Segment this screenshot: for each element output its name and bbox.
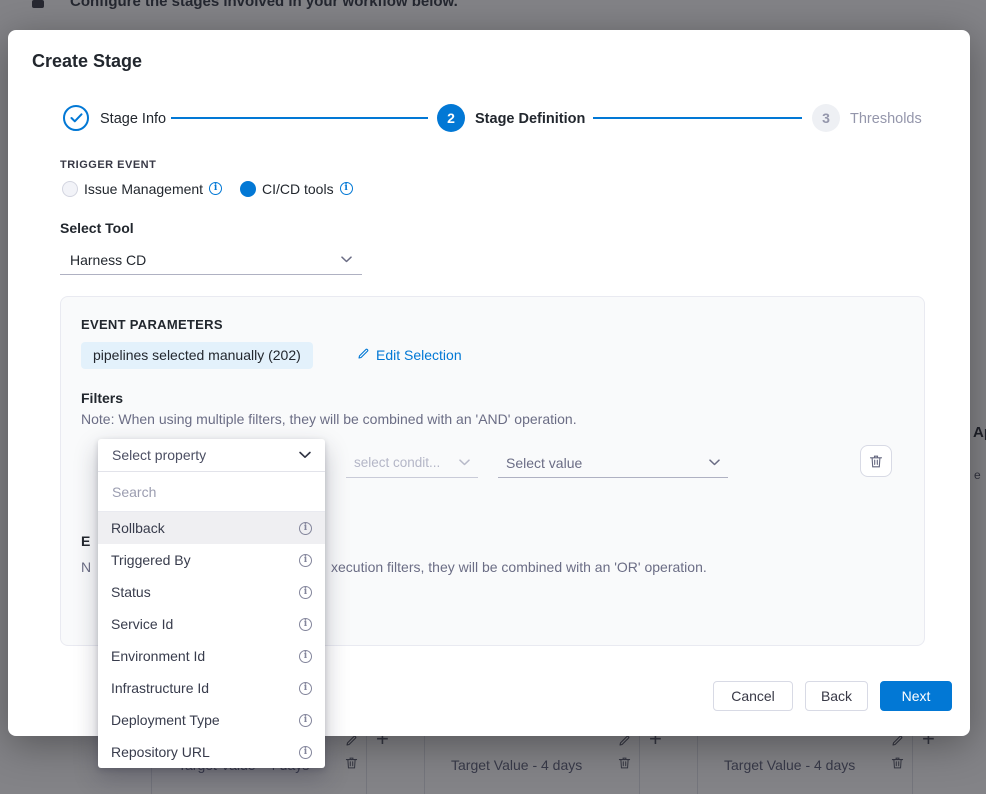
chevron-down-icon <box>299 451 311 459</box>
step-3-indicator[interactable]: 3 <box>812 104 840 132</box>
delete-filter-button[interactable] <box>860 445 892 477</box>
dropdown-option-deployment-type[interactable]: Deployment Type <box>98 704 325 736</box>
back-button[interactable]: Back <box>805 681 868 711</box>
filters-note: Note: When using multiple filters, they … <box>81 411 577 427</box>
radio-option-label: CI/CD tools <box>262 181 334 197</box>
dropdown-option-infrastructure-id[interactable]: Infrastructure Id <box>98 672 325 704</box>
next-button[interactable]: Next <box>880 681 952 711</box>
info-icon[interactable] <box>299 650 312 663</box>
dropdown-option-label: Environment Id <box>111 648 205 664</box>
radio-option-label: Issue Management <box>84 181 203 197</box>
execution-note-fragment: xecution filters, they will be combined … <box>331 559 707 575</box>
dropdown-option-status[interactable]: Status <box>98 576 325 608</box>
edit-selection-link[interactable]: Edit Selection <box>357 347 462 363</box>
info-icon[interactable] <box>299 714 312 727</box>
tool-select[interactable]: Harness CD <box>60 245 362 275</box>
stepper-connector <box>171 117 428 119</box>
radio-selected-icon[interactable] <box>240 181 256 197</box>
chevron-down-icon <box>709 459 720 466</box>
stepper-connector <box>593 117 802 119</box>
info-icon[interactable] <box>299 746 312 759</box>
tool-select-value: Harness CD <box>70 252 146 268</box>
property-select-placeholder: Select property <box>112 447 206 463</box>
radio-option-issue-management[interactable]: Issue Management <box>62 180 222 197</box>
dropdown-option-rollback[interactable]: Rollback <box>98 512 325 544</box>
info-icon[interactable] <box>299 522 312 535</box>
info-icon[interactable] <box>299 586 312 599</box>
dropdown-option-service-id[interactable]: Service Id <box>98 608 325 640</box>
dropdown-search-row <box>98 472 325 512</box>
search-input[interactable] <box>112 484 311 500</box>
step-3-label: Thresholds <box>850 111 922 127</box>
dropdown-option-label: Triggered By <box>111 552 191 568</box>
info-icon[interactable] <box>209 182 222 195</box>
chevron-down-icon <box>459 459 470 466</box>
dropdown-option-label: Rollback <box>111 520 165 536</box>
dropdown-option-triggered-by[interactable]: Triggered By <box>98 544 325 576</box>
event-parameters-heading: EVENT PARAMETERS <box>81 317 223 332</box>
step-2-label: Stage Definition <box>475 111 585 127</box>
dropdown-option-label: Repository URL <box>111 744 210 760</box>
dropdown-option-environment-id[interactable]: Environment Id <box>98 640 325 672</box>
radio-unselected-icon[interactable] <box>62 181 78 197</box>
info-icon[interactable] <box>299 618 312 631</box>
property-select-dropdown: Select property Rollback Triggered By St… <box>98 439 325 768</box>
info-icon[interactable] <box>299 554 312 567</box>
chevron-down-icon <box>341 256 352 263</box>
property-select[interactable]: Select property <box>98 439 325 472</box>
edit-icon <box>357 347 370 363</box>
dropdown-option-label: Deployment Type <box>111 712 220 728</box>
condition-select-placeholder: select condit... <box>354 455 440 470</box>
select-tool-label: Select Tool <box>60 220 134 236</box>
modal-title: Create Stage <box>32 51 142 72</box>
dropdown-option-repository-url[interactable]: Repository URL <box>98 736 325 768</box>
cancel-button[interactable]: Cancel <box>713 681 793 711</box>
value-select-placeholder: Select value <box>506 455 582 471</box>
info-icon[interactable] <box>299 682 312 695</box>
edit-selection-label: Edit Selection <box>376 347 462 363</box>
selection-chip: pipelines selected manually (202) <box>81 342 313 369</box>
dropdown-option-label: Service Id <box>111 616 173 632</box>
event-parameters-panel: EVENT PARAMETERS pipelines selected manu… <box>60 296 925 646</box>
filters-heading: Filters <box>81 390 123 406</box>
radio-option-cicd-tools[interactable]: CI/CD tools <box>240 180 353 197</box>
step-1-indicator[interactable] <box>63 105 89 131</box>
step-2-indicator[interactable]: 2 <box>437 104 465 132</box>
execution-filters-heading-fragment: E <box>81 533 90 549</box>
condition-select[interactable]: select condit... <box>346 448 478 478</box>
check-icon <box>70 110 83 126</box>
create-stage-modal: Create Stage Stage Info 2 Stage Definiti… <box>8 30 970 736</box>
dropdown-option-label: Infrastructure Id <box>111 680 209 696</box>
trigger-event-label: TRIGGER EVENT <box>60 159 156 171</box>
value-select[interactable]: Select value <box>498 448 728 478</box>
step-1-label: Stage Info <box>100 111 166 127</box>
execution-note-fragment: N <box>81 559 91 575</box>
trash-icon <box>869 454 883 469</box>
info-icon[interactable] <box>340 182 353 195</box>
dropdown-option-label: Status <box>111 584 151 600</box>
